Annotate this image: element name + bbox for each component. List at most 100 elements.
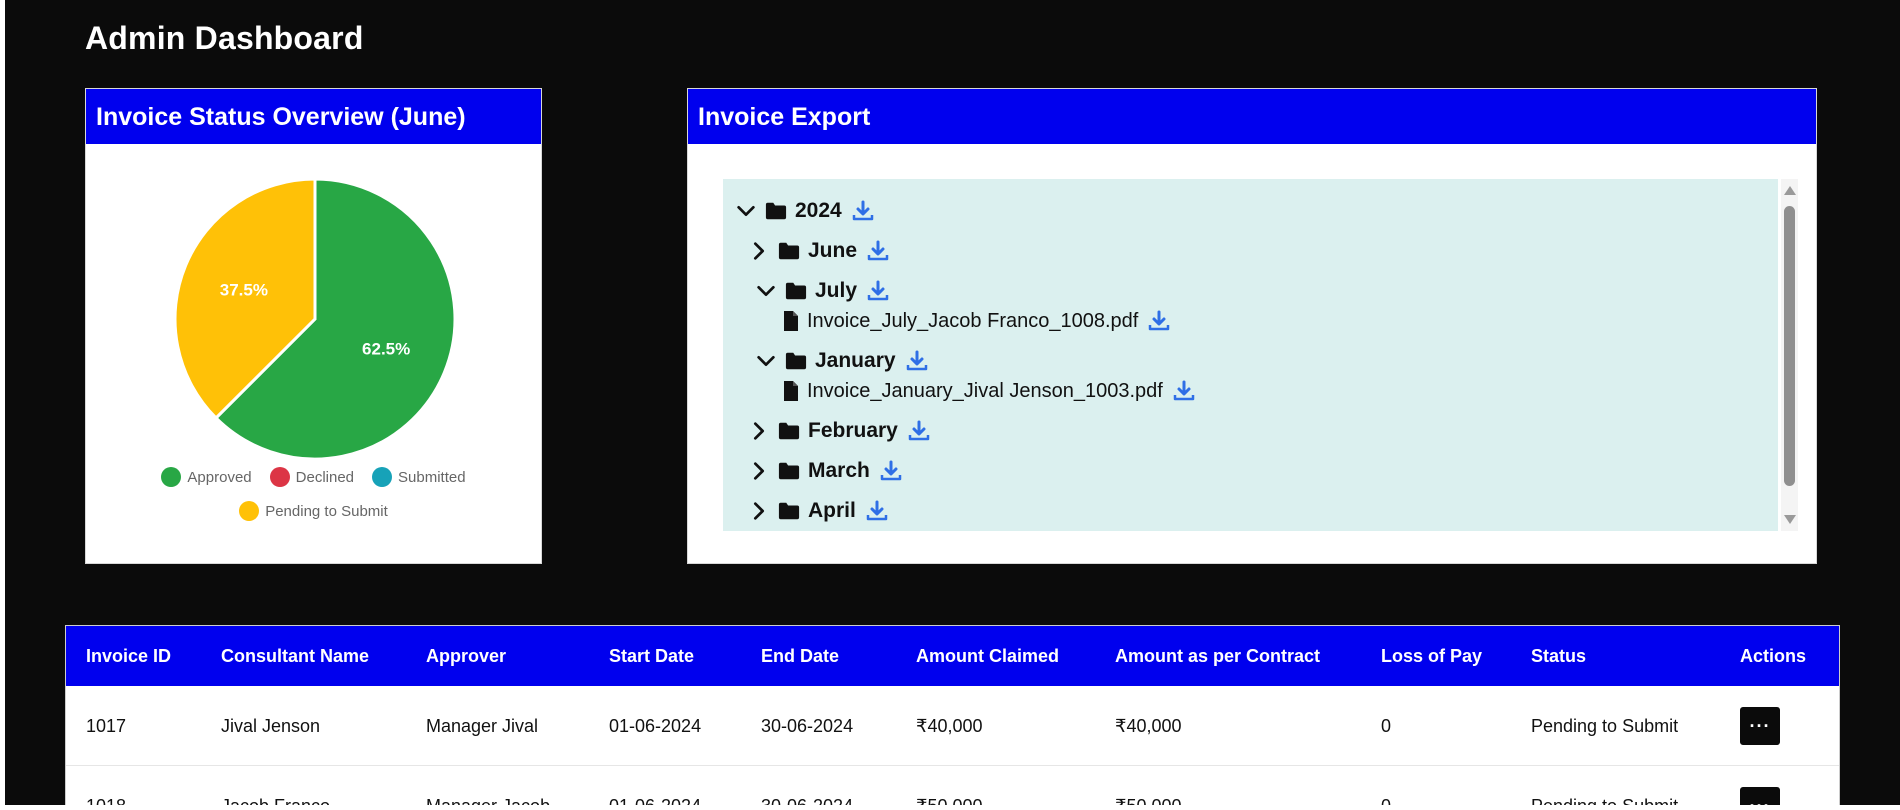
column-header-status[interactable]: Status [1531,626,1586,686]
scroll-up-arrow-icon[interactable] [1784,186,1796,195]
chevron-right-icon[interactable] [748,459,770,483]
tree-folder-label[interactable]: June [808,239,857,263]
table-cell: ₹40,000 [1115,715,1182,736]
legend-label-declined: Declined [295,468,355,486]
tree-folder-label[interactable]: March [808,459,870,483]
tree-folder-label[interactable]: July [815,279,857,303]
column-header-consultant-name[interactable]: Consultant Name [221,626,369,686]
table-cell: 1017 [86,715,127,736]
tree-node-file_july[interactable]: Invoice_July_Jacob Franco_1008.pdf [783,306,1170,336]
table-cell: ₹50,000 [916,766,983,806]
dashboard-frame: Admin Dashboard Invoice Status Overview … [5,0,1900,805]
table-cell: Manager Jacob [426,766,550,806]
chevron-right-icon[interactable] [748,499,770,523]
tree-node-march[interactable]: March [748,456,902,486]
tree-node-january[interactable]: January [755,346,928,376]
table-cell: 01-06-2024 [609,766,701,806]
table-cell: 30-06-2024 [761,715,854,736]
legend-label-approved: Approved [187,468,252,486]
file-icon [783,310,799,332]
invoice-table: Invoice ID Consultant Name Approver Start D… [65,625,1840,805]
chevron-down-icon[interactable] [755,349,777,373]
table-cell: 30-06-2024 [761,766,853,806]
table-row[interactable]: 1017 Jival Jenson Manager Jival 01-06-2024 3… [66,686,1839,766]
row-actions-button[interactable]: ··· [1740,787,1780,805]
invoice-status-pie-chart: 62.5% 37.5% [173,177,457,461]
page-title: Admin Dashboard [85,20,364,56]
legend-label-submitted: Submitted [398,468,466,486]
folder-icon [778,461,800,481]
folder-icon [785,351,807,371]
tree-file-label[interactable]: Invoice_July_Jacob Franco_1008.pdf [807,310,1138,333]
tree-file-label[interactable]: Invoice_January_Jival Jenson_1003.pdf [807,380,1163,403]
file-icon [783,380,799,402]
invoice-export-tree: 2024 June July Invoice_July_Jacob Franco_10… [723,179,1778,531]
chevron-down-icon[interactable] [755,279,777,303]
tree-node-june[interactable]: June [748,236,889,266]
download-icon[interactable] [908,420,930,442]
download-icon[interactable] [1148,310,1170,332]
table-cell: ₹50,000 [1115,766,1182,806]
legend-item-submitted[interactable]: Submitted [372,467,466,487]
tree-node-july[interactable]: July [755,276,889,306]
chevron-right-icon[interactable] [748,419,770,443]
row-actions-button[interactable]: ··· [1740,707,1780,745]
download-icon[interactable] [852,200,874,222]
scroll-down-arrow-icon[interactable] [1784,515,1796,524]
tree-folder-label[interactable]: April [808,499,856,523]
table-row[interactable]: 1018 Jacob Franco Manager Jacob 01-06-2024 3… [66,766,1839,805]
folder-icon [778,421,800,441]
invoice-table-header: Invoice ID Consultant Name Approver Start D… [66,626,1839,686]
column-header-start-date[interactable]: Start Date [609,626,694,686]
pie-label-pending-to-submit: 37.5% [220,281,268,300]
download-icon[interactable] [866,500,888,522]
scroll-thumb[interactable] [1784,206,1795,486]
table-cell: 01-06-2024 [609,715,702,736]
column-header-invoice-id[interactable]: Invoice ID [86,626,171,686]
table-cell: Jival Jenson [221,715,321,736]
invoice-status-card: Invoice Status Overview (June) 62.5% 37.5… [85,88,542,564]
tree-folder-label[interactable]: January [815,349,896,373]
column-header-amount-as-per-contract[interactable]: Amount as per Contract [1115,626,1320,686]
column-header-amount-claimed[interactable]: Amount Claimed [916,626,1059,686]
pie-label-approved: 62.5% [362,339,410,358]
column-header-loss-of-pay[interactable]: Loss of Pay [1381,626,1482,686]
table-cell: 1018 [86,766,126,806]
tree-folder-label[interactable]: February [808,419,898,443]
download-icon[interactable] [1173,380,1195,402]
download-icon[interactable] [867,280,889,302]
chevron-right-icon[interactable] [748,239,770,263]
tree-node-february[interactable]: February [748,416,930,446]
table-cell: Jacob Franco [221,766,330,806]
folder-icon [778,241,800,261]
legend-dot-pending [239,501,260,521]
legend-item-approved[interactable]: Approved [161,467,252,487]
table-cell-actions: ··· [1740,766,1780,805]
chart-legend: Approved Declined Submitted Pending to S… [86,467,541,535]
table-cell-actions: ··· [1740,686,1780,766]
tree-node-april[interactable]: April [748,496,888,526]
legend-item-pending[interactable]: Pending to Submit [239,501,388,521]
invoice-status-card-title: Invoice Status Overview (June) [86,89,541,144]
download-icon[interactable] [880,460,902,482]
column-header-approver[interactable]: Approver [426,626,506,686]
tree-node-y2024[interactable]: 2024 [735,196,874,226]
column-header-actions[interactable]: Actions [1740,626,1806,686]
download-icon[interactable] [867,240,889,262]
column-header-end-date[interactable]: End Date [761,626,839,686]
chevron-down-icon[interactable] [735,199,757,223]
legend-dot-submitted [372,467,393,487]
tree-scrollbar[interactable] [1781,179,1798,531]
legend-dot-declined [269,467,290,487]
download-icon[interactable] [906,350,928,372]
folder-icon [778,501,800,521]
legend-label-pending: Pending to Submit [265,502,388,520]
tree-folder-label[interactable]: 2024 [795,199,842,223]
table-cell: Manager Jival [426,715,539,736]
legend-dot-approved [161,467,182,487]
table-cell: 0 [1381,715,1392,736]
tree-node-file_january[interactable]: Invoice_January_Jival Jenson_1003.pdf [783,376,1195,406]
table-cell: Pending to Submit [1531,715,1679,736]
invoice-export-card: Invoice Export 2024 June July Invoice_July_… [687,88,1817,564]
legend-item-declined[interactable]: Declined [269,467,355,487]
